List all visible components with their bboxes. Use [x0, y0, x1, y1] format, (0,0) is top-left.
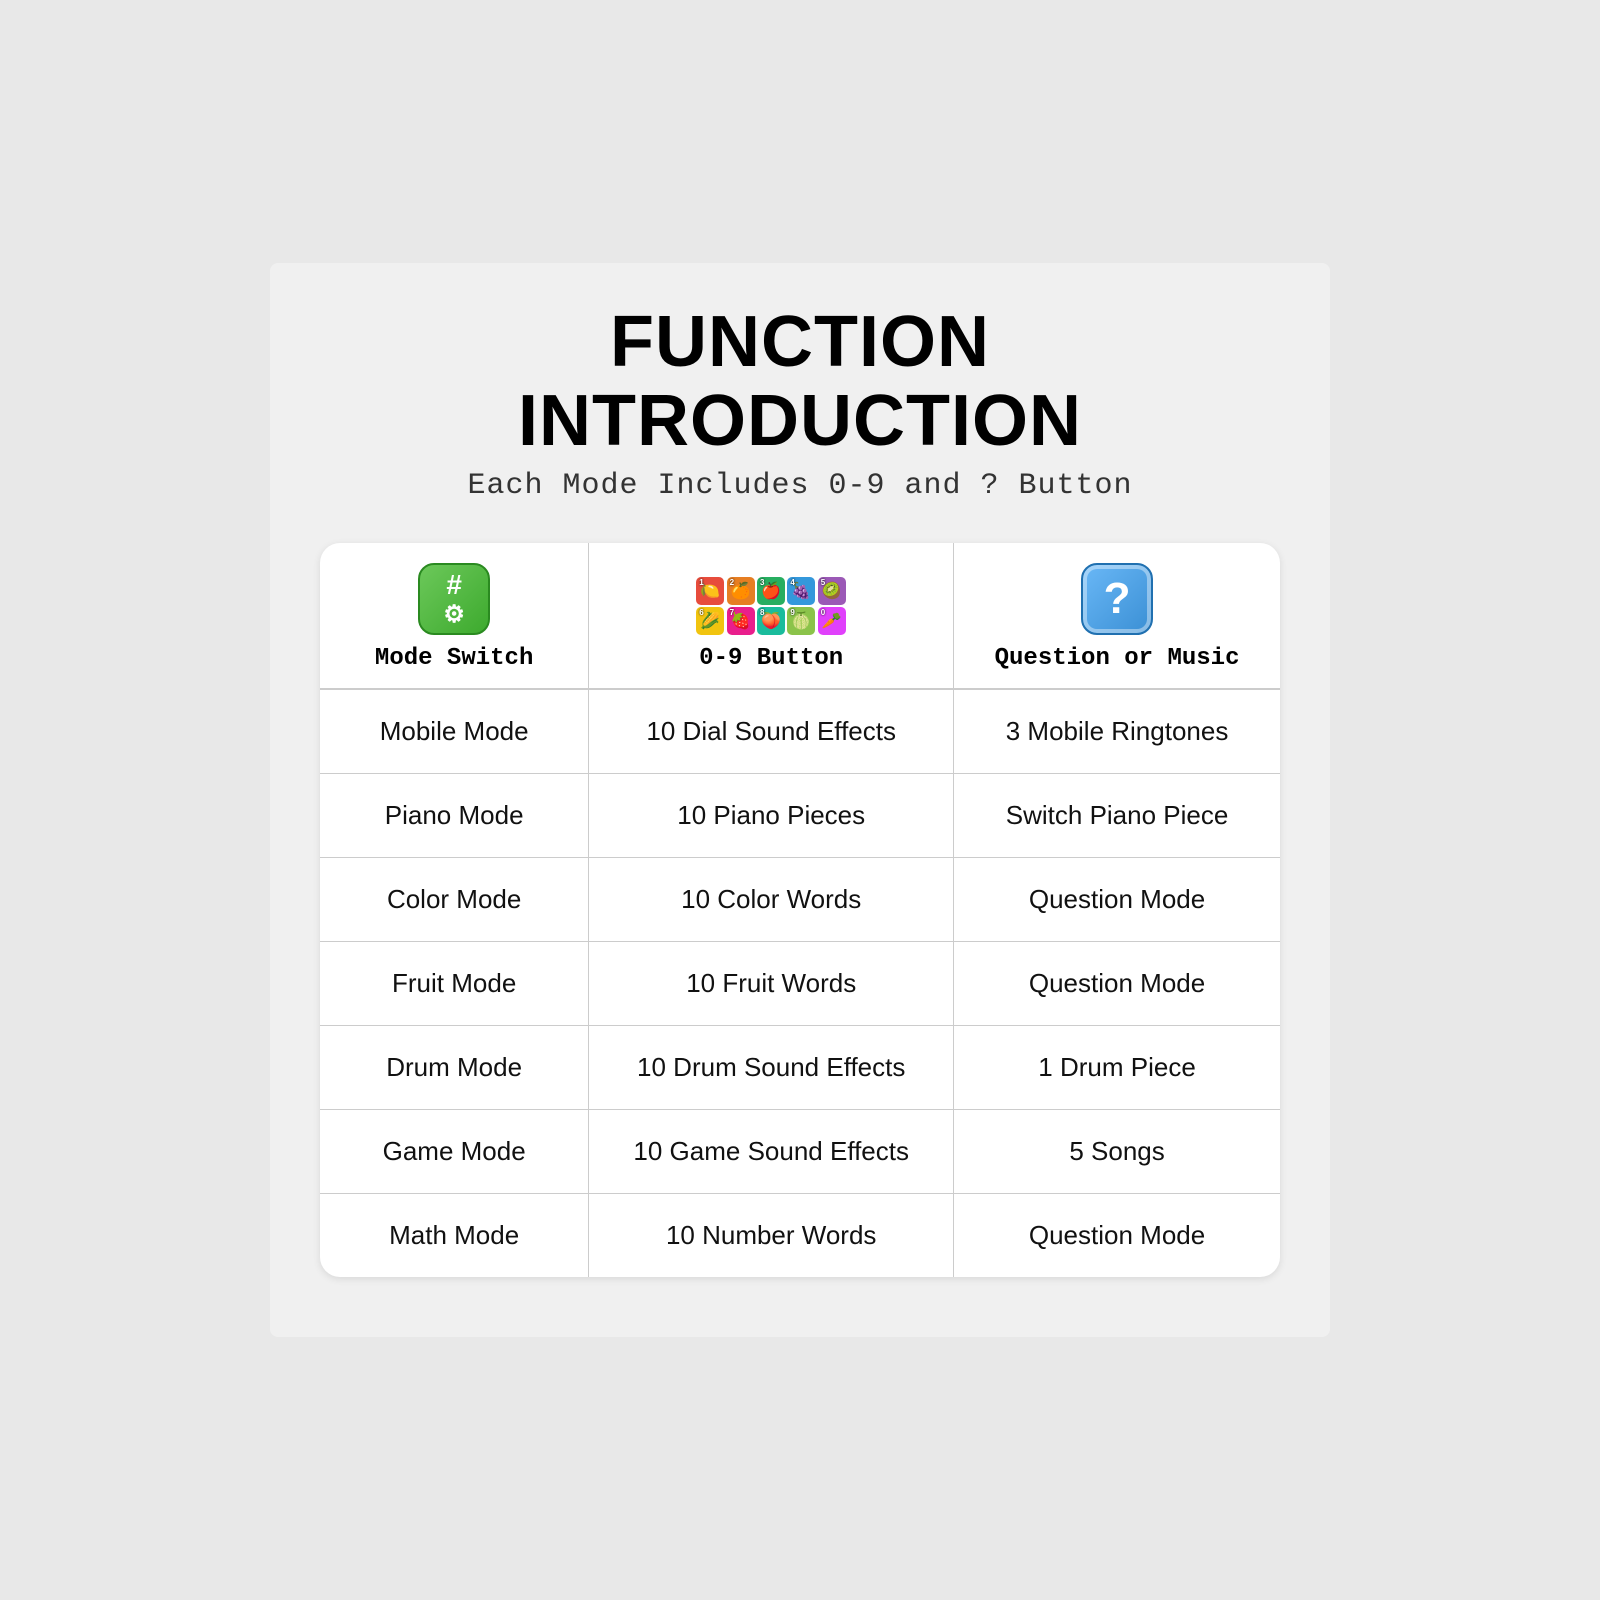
question-icon-container: ? [964, 563, 1270, 635]
table-row: Fruit Mode10 Fruit WordsQuestion Mode [320, 942, 1280, 1026]
grid-cell-5: 🥝5 [818, 577, 846, 605]
grid-cell-8: 🍑8 [757, 607, 785, 635]
mode-cell: Mobile Mode [320, 689, 589, 774]
grid-cell-number-2: 2 [730, 578, 734, 587]
mode-cell: Drum Mode [320, 1026, 589, 1110]
grid-cell-number-3: 3 [760, 578, 764, 587]
mode-cell: Math Mode [320, 1194, 589, 1278]
table-row: Drum Mode10 Drum Sound Effects1 Drum Pie… [320, 1026, 1280, 1110]
subtitle: Each Mode Includes 0-9 and ? Button [320, 469, 1280, 503]
col1-header-label: Mode Switch [330, 645, 578, 672]
table-body: Mobile Mode10 Dial Sound Effects3 Mobile… [320, 689, 1280, 1277]
button-cell: 10 Fruit Words [589, 942, 954, 1026]
question-cell: Question Mode [954, 942, 1280, 1026]
grid-cell-0: 🥕0 [818, 607, 846, 635]
mode-cell: Piano Mode [320, 774, 589, 858]
table-row: Game Mode10 Game Sound Effects5 Songs [320, 1110, 1280, 1194]
table-row: Piano Mode10 Piano PiecesSwitch Piano Pi… [320, 774, 1280, 858]
mode-cell: Game Mode [320, 1110, 589, 1194]
mode-switch-icon: #⚙ [418, 563, 490, 635]
button-cell: 10 Color Words [589, 858, 954, 942]
grid-cell-number-5: 5 [821, 578, 825, 587]
hash-gear-symbol: #⚙ [443, 571, 465, 627]
button-cell: 10 Number Words [589, 1194, 954, 1278]
grid-cell-6: 🌽6 [696, 607, 724, 635]
grid-cell-number-4: 4 [790, 578, 794, 587]
grid-cell-number-0: 0 [821, 608, 825, 617]
question-cell: 1 Drum Piece [954, 1026, 1280, 1110]
main-title: FUNCTION INTRODUCTION [320, 303, 1280, 461]
question-icon: ? [1081, 563, 1153, 635]
question-cell: Switch Piano Piece [954, 774, 1280, 858]
button-cell: 10 Drum Sound Effects [589, 1026, 954, 1110]
grid-cell-3: 🍎3 [757, 577, 785, 605]
question-cell: 3 Mobile Ringtones [954, 689, 1280, 774]
grid-cell-2: 🍊2 [727, 577, 755, 605]
grid-cell-1: 🍋1 [696, 577, 724, 605]
button-cell: 10 Piano Pieces [589, 774, 954, 858]
mode-cell: Fruit Mode [320, 942, 589, 1026]
button-grid-icon-container: 🍋1🍊2🍎3🍇4🥝5 🌽6🍓7🍑8🍈9🥕0 [599, 577, 943, 635]
mode-switch-icon-container: #⚙ [330, 563, 578, 635]
grid-cell-number-1: 1 [699, 578, 703, 587]
col3-header-label: Question or Music [964, 645, 1270, 672]
question-symbol: ? [1104, 574, 1131, 624]
header-col1: #⚙ Mode Switch [320, 543, 589, 689]
grid-cell-number-6: 6 [699, 608, 703, 617]
question-cell: 5 Songs [954, 1110, 1280, 1194]
button-grid-icon: 🍋1🍊2🍎3🍇4🥝5 🌽6🍓7🍑8🍈9🥕0 [696, 577, 846, 635]
header-col2: 🍋1🍊2🍎3🍇4🥝5 🌽6🍓7🍑8🍈9🥕0 0-9 Button [589, 543, 954, 689]
table-row: Mobile Mode10 Dial Sound Effects3 Mobile… [320, 689, 1280, 774]
header-col3: ? Question or Music [954, 543, 1280, 689]
grid-cell-7: 🍓7 [727, 607, 755, 635]
mode-cell: Color Mode [320, 858, 589, 942]
function-table-wrapper: #⚙ Mode Switch 🍋1🍊2🍎3🍇4🥝5 🌽6🍓7🍑8🍈9🥕0 0-9 … [320, 543, 1280, 1277]
button-cell: 10 Dial Sound Effects [589, 689, 954, 774]
question-cell: Question Mode [954, 858, 1280, 942]
grid-cell-number-8: 8 [760, 608, 764, 617]
function-table: #⚙ Mode Switch 🍋1🍊2🍎3🍇4🥝5 🌽6🍓7🍑8🍈9🥕0 0-9 … [320, 543, 1280, 1277]
grid-cell-9: 🍈9 [787, 607, 815, 635]
grid-cell-4: 🍇4 [787, 577, 815, 605]
grid-cell-number-9: 9 [790, 608, 794, 617]
table-row: Color Mode10 Color WordsQuestion Mode [320, 858, 1280, 942]
table-header-row: #⚙ Mode Switch 🍋1🍊2🍎3🍇4🥝5 🌽6🍓7🍑8🍈9🥕0 0-9 … [320, 543, 1280, 689]
question-cell: Question Mode [954, 1194, 1280, 1278]
col2-header-label: 0-9 Button [599, 645, 943, 672]
button-cell: 10 Game Sound Effects [589, 1110, 954, 1194]
grid-cell-number-7: 7 [730, 608, 734, 617]
table-row: Math Mode10 Number WordsQuestion Mode [320, 1194, 1280, 1278]
page-container: FUNCTION INTRODUCTION Each Mode Includes… [270, 263, 1330, 1337]
